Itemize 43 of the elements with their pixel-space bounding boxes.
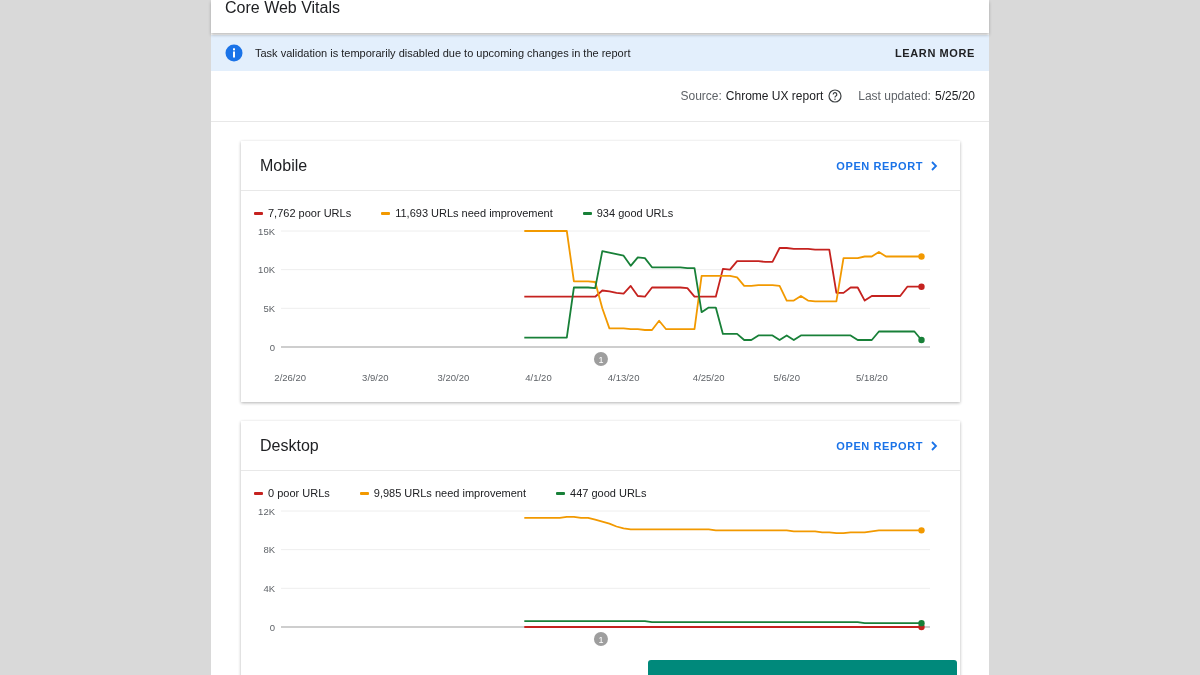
legend-label: 934 good URLs (596, 207, 674, 219)
legend-label: 11,693 URLs need improvement (395, 207, 553, 219)
info-icon (225, 44, 243, 62)
y-tick-label: 0 (269, 621, 275, 633)
y-tick-label: 0 (269, 341, 275, 353)
last-updated-label: Last updated: (858, 89, 931, 103)
x-tick-label: 5/6/20 (773, 372, 800, 383)
page-title: Core Web Vitals (224, 0, 341, 16)
x-tick-label: 3/20/20 (437, 372, 470, 383)
source-value: Chrome UX report (725, 89, 824, 103)
legend-label: 9,985 URLs need improvement (373, 487, 526, 499)
open-report-link[interactable]: OPEN REPORT (836, 439, 938, 452)
last-updated-value: 5/25/20 (934, 89, 975, 103)
x-tick-label: 4/13/20 (607, 372, 640, 383)
x-tick-label: 5/18/20 (856, 372, 888, 383)
end-point-dot (918, 283, 925, 290)
chevron-icon (930, 160, 938, 171)
y-tick-label: 10K (258, 264, 275, 276)
open-report-link[interactable]: OPEN REPORT (836, 159, 938, 172)
end-point-dot (918, 253, 925, 260)
legend-label: 7,762 poor URLs (268, 207, 352, 219)
card-title: Mobile (260, 156, 308, 175)
learn-more-button[interactable]: LEARN MORE (895, 43, 975, 63)
y-tick-label: 8K (263, 544, 275, 556)
chevron-icon (930, 440, 938, 451)
x-tick-label: 2/26/20 (274, 372, 307, 383)
help-icon[interactable] (828, 89, 843, 103)
legend-label: 447 good URLs (570, 487, 647, 499)
card-title: Desktop (260, 436, 319, 455)
x-tick-label: 4/1/20 (525, 372, 552, 383)
y-tick-label: 15K (258, 225, 275, 237)
y-tick-label: 12K (258, 505, 275, 517)
legend-label: 0 poor URLs (268, 487, 330, 499)
banner-message: Task validation is temporarily disabled due to upcoming changes in the report (255, 47, 632, 59)
end-point-dot (918, 527, 925, 534)
annotation-marker[interactable]: 1 (593, 632, 608, 646)
x-tick-label: 4/25/20 (692, 372, 725, 383)
source-label: Source: (680, 89, 722, 103)
y-tick-label: 5K (263, 302, 275, 314)
x-tick-label: 3/9/20 (362, 372, 389, 383)
end-point-dot (918, 336, 925, 344)
y-tick-label: 4K (263, 582, 275, 594)
annotation-marker[interactable]: 1 (593, 352, 608, 366)
